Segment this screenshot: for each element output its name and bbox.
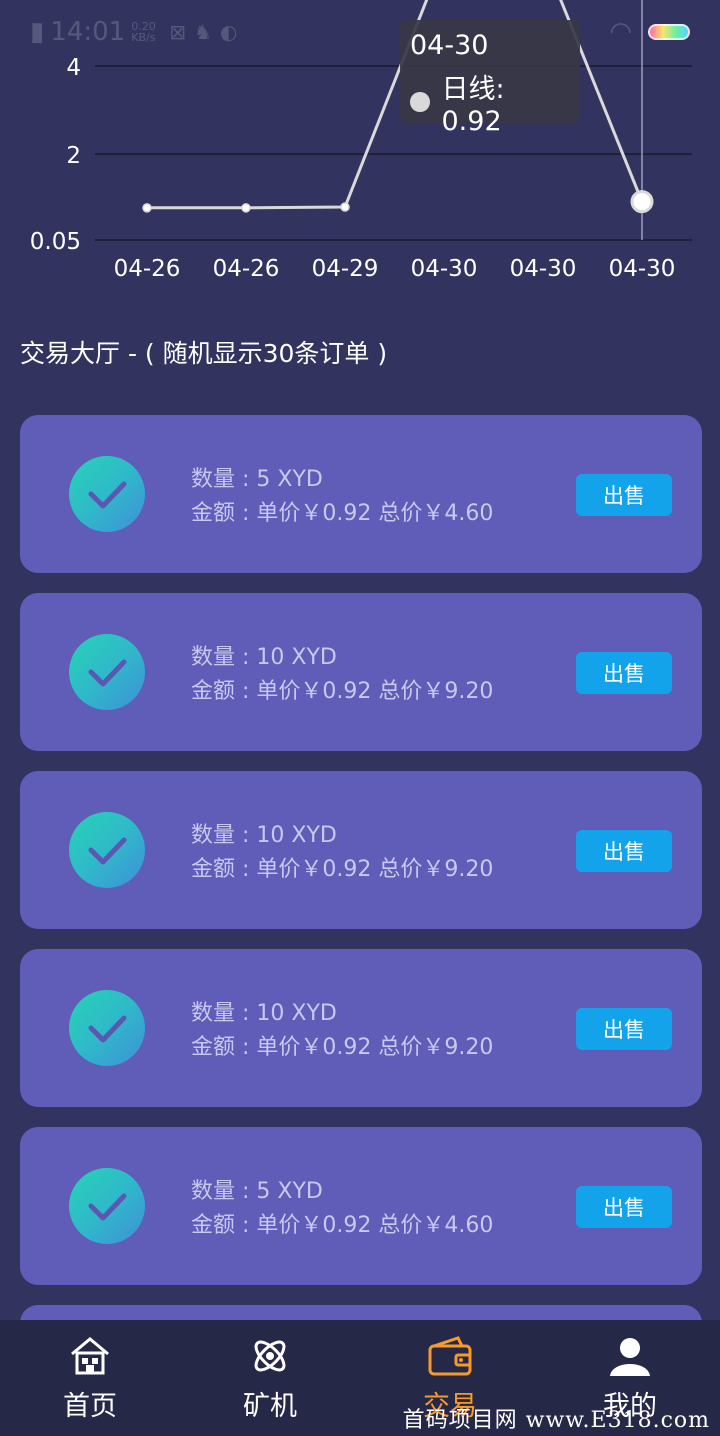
x-tick-label: 04-30 xyxy=(411,256,478,282)
status-bar: ▮ 14:01 0.20 KB/s ⊠♞◐ ◠ xyxy=(0,0,720,64)
order-list: 数量 : 5 XYD 金额 : 单价￥0.92 总价￥4.60 出售 数量 : 10 … xyxy=(20,415,702,1436)
sell-button[interactable]: 出售 xyxy=(576,1186,672,1228)
order-quantity: 数量 : 10 XYD xyxy=(191,645,337,670)
order-card: 数量 : 10 XYD 金额 : 单价￥0.92 总价￥9.20 出售 xyxy=(20,593,702,751)
home-icon xyxy=(71,1337,109,1375)
order-card: 数量 : 5 XYD 金额 : 单价￥0.92 总价￥4.60 出售 xyxy=(20,415,702,573)
check-icon xyxy=(69,1168,145,1244)
nav-item-home[interactable]: 首页 xyxy=(0,1320,180,1436)
y-tick-label: 2 xyxy=(66,143,81,169)
order-quantity: 数量 : 10 XYD xyxy=(191,1001,337,1026)
chart-tooltip: 04-30 日线: 0.92 xyxy=(400,20,580,137)
order-amount: 金额 : 单价￥0.92 总价￥9.20 xyxy=(191,1035,494,1060)
order-amount: 金额 : 单价￥0.92 总价￥4.60 xyxy=(191,1213,494,1238)
sell-button[interactable]: 出售 xyxy=(576,1008,672,1050)
data-point[interactable] xyxy=(630,190,654,214)
order-card: 数量 : 10 XYD 金额 : 单价￥0.92 总价￥9.20 出售 xyxy=(20,949,702,1107)
status-time: 14:01 xyxy=(50,17,126,47)
sell-button[interactable]: 出售 xyxy=(576,474,672,516)
miner-icon xyxy=(254,1340,286,1372)
tooltip-series-dot xyxy=(410,92,430,112)
check-icon xyxy=(69,456,145,532)
check-icon xyxy=(69,634,145,710)
x-tick-label: 04-30 xyxy=(510,256,577,282)
y-tick-label: 0.05 xyxy=(30,229,81,255)
check-icon xyxy=(69,812,145,888)
wallet-icon xyxy=(428,1336,472,1376)
sell-button[interactable]: 出售 xyxy=(576,652,672,694)
order-card: 数量 : 10 XYD 金额 : 单价￥0.92 总价￥9.20 出售 xyxy=(20,771,702,929)
sim-icon: ▮ xyxy=(30,17,45,47)
section-title: 交易大厅 - ( 随机显示30条订单 ) xyxy=(20,339,388,368)
nav-label-miner: 矿机 xyxy=(243,1391,297,1422)
network-speed: 0.20 KB/s xyxy=(131,20,156,44)
notification-icons: ⊠♞◐ xyxy=(169,20,246,44)
watermark: 首码项目网 www.E318.com xyxy=(402,1408,710,1433)
tooltip-value: 日线: 0.92 xyxy=(441,74,505,137)
x-tick-label: 04-26 xyxy=(213,256,280,282)
wifi-icon: ◠ xyxy=(609,17,632,47)
data-point[interactable] xyxy=(340,202,350,212)
x-tick-label: 04-26 xyxy=(114,256,181,282)
data-point[interactable] xyxy=(142,203,152,213)
order-amount: 金额 : 单价￥0.92 总价￥4.60 xyxy=(191,501,494,526)
check-icon xyxy=(69,990,145,1066)
battery-icon xyxy=(648,24,690,40)
order-quantity: 数量 : 5 XYD xyxy=(191,467,323,492)
order-quantity: 数量 : 5 XYD xyxy=(191,1179,323,1204)
user-icon xyxy=(610,1338,650,1376)
order-amount: 金额 : 单价￥0.92 总价￥9.20 xyxy=(191,857,494,882)
order-quantity: 数量 : 10 XYD xyxy=(191,823,337,848)
order-card: 数量 : 5 XYD 金额 : 单价￥0.92 总价￥4.60 出售 xyxy=(20,1127,702,1285)
sell-button[interactable]: 出售 xyxy=(576,830,672,872)
x-tick-label: 04-30 xyxy=(609,256,676,282)
data-point[interactable] xyxy=(241,203,251,213)
x-tick-label: 04-29 xyxy=(312,256,379,282)
tooltip-title: 04-30 xyxy=(410,30,489,61)
nav-item-miner[interactable]: 矿机 xyxy=(180,1320,360,1436)
order-amount: 金额 : 单价￥0.92 总价￥9.20 xyxy=(191,679,494,704)
nav-label-home: 首页 xyxy=(63,1391,117,1422)
